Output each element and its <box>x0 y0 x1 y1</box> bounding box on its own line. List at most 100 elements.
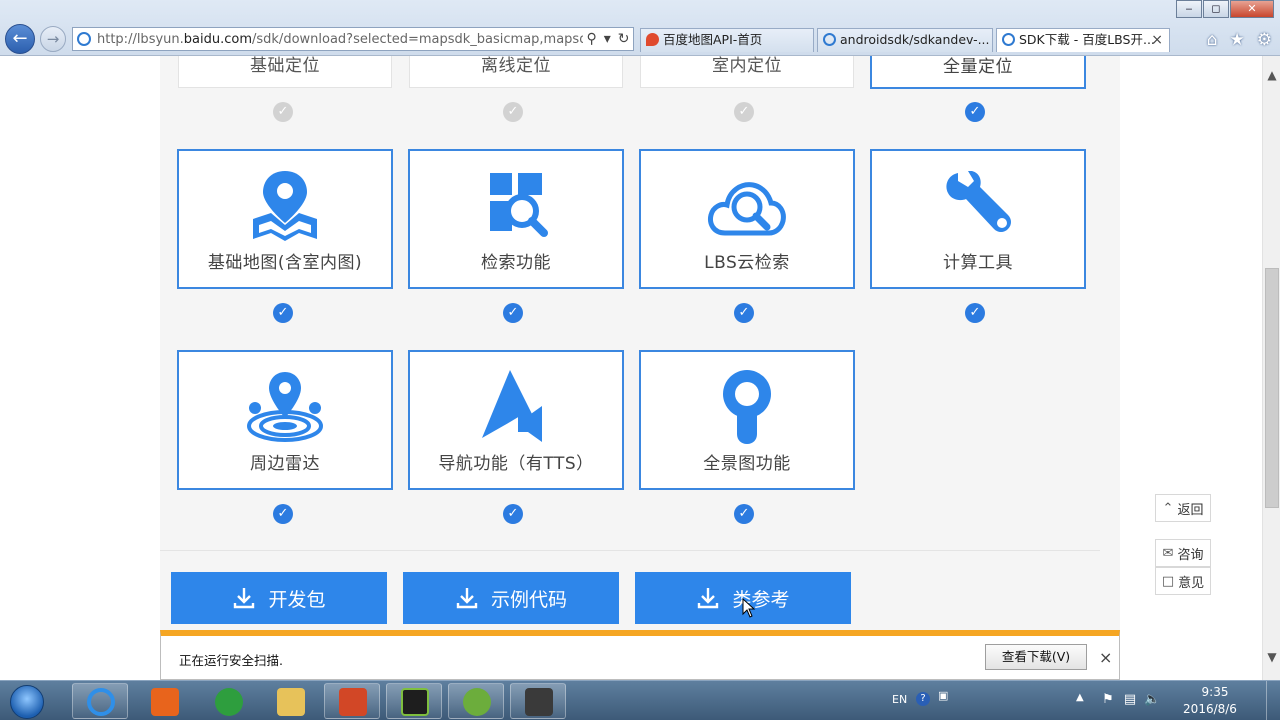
tab-sdk-download[interactable]: SDK下载 - 百度LBS开... × <box>996 28 1170 52</box>
volume-icon[interactable]: 🔈 <box>1144 692 1160 708</box>
card-nearby-radar[interactable]: 周边雷达 <box>177 350 393 490</box>
powerpoint-icon <box>339 688 367 716</box>
card-search[interactable]: 检索功能 <box>408 149 624 289</box>
taskbar-360-browser[interactable] <box>200 683 256 719</box>
tray-expand-icon[interactable]: ▲ <box>1076 692 1084 703</box>
notification-close-icon[interactable]: × <box>1099 648 1112 667</box>
map-pin-icon <box>253 171 317 241</box>
maximize-button[interactable]: ◻ <box>1203 0 1229 18</box>
help-icon[interactable]: ? <box>916 692 930 706</box>
system-tray: EN ? ▣ ▲ ⚑ ▤ 🔈 9:35 2016/8/6 <box>880 681 1280 720</box>
card-indoor-location[interactable]: 室内定位 <box>640 56 854 88</box>
card-label: 全景图功能 <box>703 454 791 474</box>
url-text[interactable]: http://lbsyun.baidu.com/sdk/download?sel… <box>97 32 583 47</box>
checkmark-icon[interactable]: ✓ <box>503 303 523 323</box>
search-icon[interactable]: ⚲ <box>586 31 596 47</box>
taskbar-android-studio[interactable] <box>448 683 504 719</box>
ime-icon[interactable]: ▣ <box>938 689 948 702</box>
checkmark-icon[interactable]: ✓ <box>273 504 293 524</box>
browser-chrome: ‒ ◻ ✕ ← → http://lbsyun.baidu.com/sdk/do… <box>0 0 1280 56</box>
checkmark-icon[interactable]: ✓ <box>734 102 754 122</box>
url-prefix: http://lbsyun. <box>97 31 184 47</box>
terminal-icon <box>401 688 429 716</box>
tab-androidsdk[interactable]: androidsdk/sdkandev-... <box>817 28 993 52</box>
taskbar-ie[interactable] <box>72 683 128 719</box>
scroll-down-icon[interactable]: ▼ <box>1263 650 1280 666</box>
checkmark-icon[interactable]: ✓ <box>734 303 754 323</box>
close-window-button[interactable]: ✕ <box>1230 0 1274 18</box>
side-label: 返回 <box>1177 502 1204 518</box>
address-bar[interactable]: http://lbsyun.baidu.com/sdk/download?sel… <box>72 27 634 51</box>
card-basic-map[interactable]: 基础地图(含室内图) <box>177 149 393 289</box>
language-indicator[interactable]: EN <box>892 693 907 706</box>
card-panorama[interactable]: 全景图功能 <box>639 350 855 490</box>
home-icon[interactable]: ⌂ <box>1207 30 1218 50</box>
clock-date[interactable]: 2016/8/6 <box>1174 702 1246 716</box>
dropdown-icon[interactable]: ▾ <box>604 31 611 47</box>
forward-button[interactable]: → <box>40 26 66 52</box>
checkmark-icon[interactable]: ✓ <box>273 102 293 122</box>
show-desktop-button[interactable] <box>1266 681 1280 720</box>
settings-gear-icon[interactable]: ⚙ <box>1257 30 1272 50</box>
taskbar-media-player[interactable] <box>136 683 192 719</box>
ie-tab-icon <box>823 33 836 46</box>
card-calc-tools[interactable]: 计算工具 <box>870 149 1086 289</box>
checkmark-icon[interactable]: ✓ <box>734 504 754 524</box>
taskbar-explorer[interactable] <box>262 683 318 719</box>
view-downloads-button[interactable]: 查看下载(V) <box>985 644 1087 670</box>
back-button[interactable]: ← <box>5 24 35 54</box>
download-dev-package-button[interactable]: 开发包 <box>171 572 387 624</box>
scroll-up-icon[interactable]: ▲ <box>1263 68 1280 84</box>
card-label: 全量定位 <box>943 57 1013 77</box>
checkmark-icon[interactable]: ✓ <box>503 504 523 524</box>
android-studio-icon <box>463 688 491 716</box>
download-icon <box>698 588 719 609</box>
card-full-location[interactable]: 全量定位 <box>870 56 1086 89</box>
back-to-top-button[interactable]: ⌃ 返回 <box>1155 494 1211 522</box>
url-suffix: /sdk/download?selected=mapsdk_basicmap,m… <box>252 31 583 47</box>
recorder-icon <box>525 688 553 716</box>
arrow-right-icon: → <box>46 30 60 48</box>
download-icon <box>234 588 255 609</box>
card-basic-location[interactable]: 基础定位 <box>178 56 392 88</box>
section-divider <box>160 550 1100 551</box>
mouse-cursor-icon <box>742 598 756 618</box>
tab-baidu-map-api[interactable]: 百度地图API-首页 <box>640 28 814 52</box>
minimize-button[interactable]: ‒ <box>1176 0 1202 18</box>
download-sample-code-button[interactable]: 示例代码 <box>403 572 619 624</box>
favorites-star-icon[interactable]: ★ <box>1230 30 1245 50</box>
card-offline-location[interactable]: 离线定位 <box>409 56 623 88</box>
navigation-icon <box>482 370 542 442</box>
clock-time[interactable]: 9:35 <box>1188 685 1242 699</box>
card-lbs-cloud-search[interactable]: LBS云检索 <box>639 149 855 289</box>
consult-button[interactable]: ✉ 咨询 <box>1155 539 1211 567</box>
checkmark-icon[interactable]: ✓ <box>273 303 293 323</box>
action-center-icon[interactable]: ⚑ <box>1100 692 1116 708</box>
checkmark-icon[interactable]: ✓ <box>965 102 985 122</box>
window-controls: ‒ ◻ ✕ <box>1175 0 1274 18</box>
page-content: 基础定位 离线定位 室内定位 全量定位 ✓ ✓ ✓ ✓ 基础地图(含室内图) 检… <box>0 56 1262 630</box>
network-icon[interactable]: ▤ <box>1122 692 1138 708</box>
wrench-icon <box>946 171 1011 232</box>
ie-page-icon <box>77 32 91 46</box>
taskbar-terminal[interactable] <box>386 683 442 719</box>
side-label: 意见 <box>1178 575 1205 591</box>
taskbar-recorder[interactable] <box>510 683 566 719</box>
feedback-button[interactable]: □ 意见 <box>1155 567 1211 595</box>
chevron-up-icon: ⌃ <box>1162 500 1174 516</box>
radar-icon <box>247 372 323 442</box>
cloud-search-icon <box>708 182 786 236</box>
refresh-icon[interactable]: ↻ <box>618 31 630 47</box>
card-label: 周边雷达 <box>250 454 320 474</box>
checkmark-icon[interactable]: ✓ <box>965 303 985 323</box>
download-notification-bar: 正在运行安全扫描. 查看下载(V) × <box>160 630 1120 680</box>
tab-close-icon[interactable]: × <box>1151 29 1163 51</box>
card-label: 导航功能（有TTS） <box>438 454 594 474</box>
tab-label: 百度地图API-首页 <box>663 32 763 47</box>
card-navigation[interactable]: 导航功能（有TTS） <box>408 350 624 490</box>
scroll-thumb[interactable] <box>1265 268 1279 508</box>
vertical-scrollbar[interactable]: ▲ ▼ <box>1262 56 1280 680</box>
checkmark-icon[interactable]: ✓ <box>503 102 523 122</box>
taskbar-powerpoint[interactable] <box>324 683 380 719</box>
start-button[interactable] <box>2 682 52 720</box>
